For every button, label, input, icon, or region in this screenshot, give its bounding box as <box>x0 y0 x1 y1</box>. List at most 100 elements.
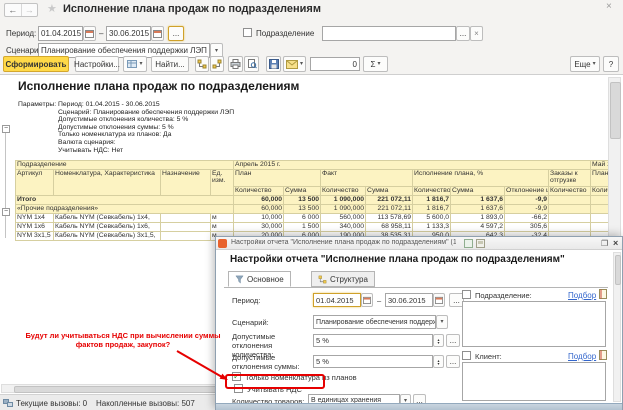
close-icon[interactable]: × <box>606 1 612 12</box>
cell-price-dev: -9,9 <box>504 204 550 214</box>
autosum-field[interactable]: 0 <box>310 57 360 71</box>
pick-list-icon[interactable] <box>598 289 608 299</box>
col-department: Подразделение <box>14 160 235 170</box>
report-title: Исполнение плана продаж по подразделения… <box>18 79 300 93</box>
col-nomenclature: Номенклатура, Характеристика <box>53 169 161 196</box>
report-table: Подразделение Апрель 2015 г. Май 2015 г.… <box>14 160 610 241</box>
col-may-plan: План <box>590 169 610 187</box>
cell-orders-qty <box>548 222 592 232</box>
back-icon[interactable]: ← <box>5 4 22 16</box>
cell-exec-sum: 1 893,0 <box>450 213 506 223</box>
calendar-icon <box>363 296 371 304</box>
floppy-icon <box>268 59 279 69</box>
find-button[interactable]: Найти... <box>151 56 189 72</box>
dialog-scenario-label: Сценарий: <box>232 318 269 327</box>
dev-qty-input[interactable]: 5 % <box>313 334 433 347</box>
dev-sum-input[interactable]: 5 % <box>313 355 433 368</box>
dev-sum-label: Допустимые отклонения суммы: <box>232 353 300 371</box>
cell-fact-sum: 113 578,69 <box>365 213 414 223</box>
subcol-qty: Количество <box>233 186 285 196</box>
period-dash: – <box>99 29 104 38</box>
collapse-groups-button[interactable] <box>195 56 209 72</box>
department-checkbox[interactable] <box>243 28 252 37</box>
cell-purpose <box>160 222 211 232</box>
generate-button[interactable]: Сформировать <box>3 56 69 72</box>
period-choose-button[interactable]: ... <box>168 26 184 41</box>
department-podbor-link[interactable]: Подбор <box>568 291 596 300</box>
dialog-department-checkbox[interactable] <box>462 290 471 299</box>
cell-may-qty <box>590 195 610 205</box>
send-mail-button[interactable]: ▾ <box>283 56 306 72</box>
cell-plan-sum: 13 500 <box>283 195 322 205</box>
dev-qty-spinner[interactable]: ▴ ▾ <box>433 334 444 347</box>
period-to-input[interactable]: 30.06.2015 <box>106 26 151 41</box>
cell-fact-sum: 221 072,11 <box>365 195 414 205</box>
subcol-sum: Сумма <box>450 186 506 196</box>
report-variants-button[interactable]: ▾ <box>123 56 147 72</box>
subcol-qty: Количество <box>590 186 610 196</box>
window-tool-icon[interactable] <box>476 239 485 248</box>
scrollbar-thumb[interactable] <box>615 255 621 285</box>
cell-price-dev: -9,9 <box>504 195 550 205</box>
period-label: Период: <box>6 29 37 38</box>
client-podbor-link[interactable]: Подбор <box>568 352 596 361</box>
scrollbar-thumb[interactable] <box>610 82 621 139</box>
dev-sum-choose-button[interactable]: ... <box>446 355 460 368</box>
period-from-calendar-button[interactable] <box>83 26 96 41</box>
tab-main[interactable]: Основное <box>228 271 291 287</box>
forward-icon[interactable]: → <box>22 4 38 16</box>
dialog-period-from-input[interactable]: 01.04.2015 <box>313 293 361 307</box>
dialog-titlebar[interactable]: Настройки отчета "Исполнение плана прода… <box>216 237 622 250</box>
dialog-scenario-combo[interactable]: Планирование обеспечения поддержки ЛЭП <box>313 315 436 329</box>
help-button[interactable]: ? <box>603 56 619 72</box>
tab-structure[interactable]: Структура <box>311 271 375 287</box>
cell-exec-qty: 1 816,7 <box>412 195 452 205</box>
sigma-button[interactable]: Σ ▾ <box>363 56 388 72</box>
param-line: Учитывать НДС: Нет <box>58 146 124 154</box>
dialog-period-to-calendar-button[interactable] <box>433 293 445 307</box>
pick-list-icon[interactable] <box>598 350 608 360</box>
save-button[interactable] <box>266 56 281 72</box>
cell-article: NYM 3x1,5 <box>15 231 54 241</box>
more-button[interactable]: Еще ▾ <box>570 56 600 72</box>
restore-icon[interactable]: ❐ <box>601 239 608 248</box>
print-button[interactable] <box>228 56 243 72</box>
col-execution: Исполнение плана, % <box>412 169 550 187</box>
cell-exec-sum: 1 637,6 <box>450 204 506 214</box>
favorite-star-icon[interactable]: ★ <box>47 2 57 15</box>
cell-unit: м <box>209 213 235 223</box>
col-month-may: Май 2015 г. <box>590 160 610 170</box>
dialog-scenario-dropdown-button[interactable]: ▾ <box>436 315 448 329</box>
settings-button[interactable]: Настройки... <box>74 56 120 72</box>
dialog-close-icon[interactable]: × <box>613 238 618 248</box>
period-to-calendar-button[interactable] <box>151 26 164 41</box>
param-line: Допустимые отклонения суммы: 5 % <box>58 123 174 131</box>
dialog-client-checkbox[interactable] <box>462 351 471 360</box>
sigma-label: Σ <box>370 59 376 69</box>
group-expander[interactable]: − <box>2 208 10 216</box>
department-input[interactable] <box>322 26 456 41</box>
cell-nomenclature: Кабель NYM (Севкабель) 3x1,5, <box>53 231 161 241</box>
client-listbox[interactable] <box>462 362 606 401</box>
department-listbox[interactable] <box>462 301 606 347</box>
window-tool-icon[interactable] <box>464 239 473 248</box>
dialog-period-from-calendar-button[interactable] <box>361 293 373 307</box>
department-clear-button[interactable]: × <box>470 26 483 41</box>
dev-sum-spinner[interactable]: ▴ ▾ <box>433 355 444 368</box>
dev-qty-choose-button[interactable]: ... <box>446 334 460 347</box>
subcol-price-dev: Отклонение цены <box>504 186 550 196</box>
expand-groups-button[interactable] <box>210 56 224 72</box>
dialog-scrollbar[interactable] <box>613 252 621 402</box>
department-choose-button[interactable]: ... <box>456 26 470 41</box>
dialog-period-to-input[interactable]: 30.06.2015 <box>385 293 433 307</box>
cell-fact-qty: 1 090,000 <box>320 195 367 205</box>
period-from-input[interactable]: 01.04.2015 <box>38 26 83 41</box>
report-expander[interactable]: − <box>2 125 10 133</box>
param-line: Валюта сценария: <box>58 138 116 146</box>
cell-plan-qty: 10,000 <box>233 213 285 223</box>
cell-exec-sum: 1 637,6 <box>450 195 506 205</box>
app-window: ← → ★ Исполнение плана продаж по подразд… <box>0 0 623 410</box>
subcol-qty: Количество <box>548 186 592 196</box>
col-month-april: Апрель 2015 г. <box>233 160 592 170</box>
print-preview-button[interactable] <box>244 56 259 72</box>
